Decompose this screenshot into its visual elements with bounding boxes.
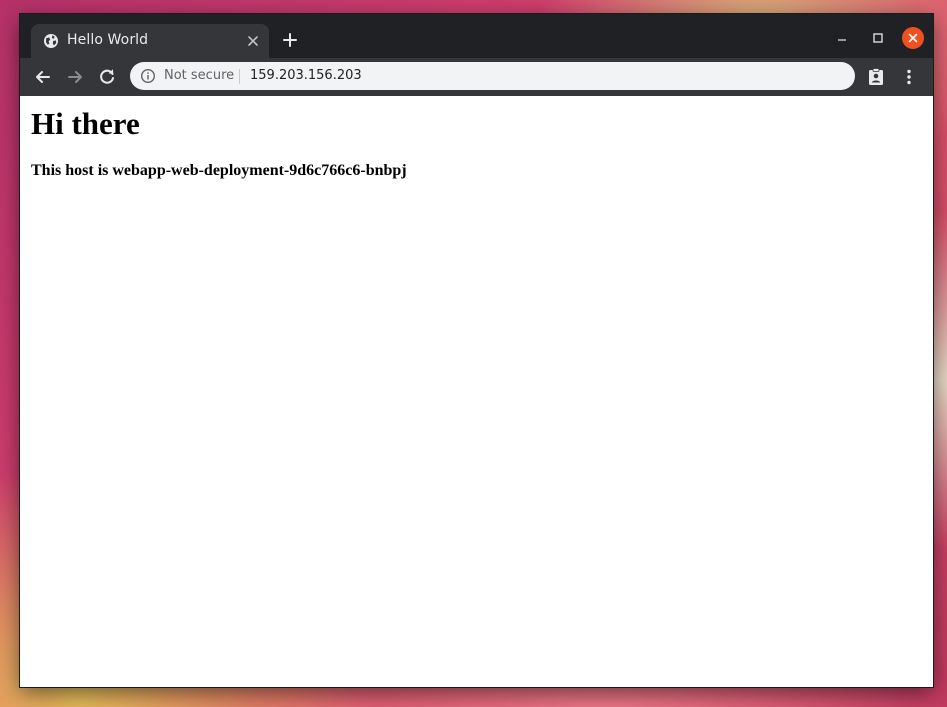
page-heading: Hi there xyxy=(31,106,140,141)
page-content: Hi there This host is webapp-web-deploym… xyxy=(20,96,933,687)
globe-icon xyxy=(43,33,59,49)
host-info-text: This host is webapp-web-deployment-9d6c7… xyxy=(31,162,407,179)
address-bar[interactable]: Not secure 159.203.156.203 xyxy=(130,62,855,90)
vertical-dots-icon[interactable] xyxy=(899,67,919,87)
window-close-icon[interactable] xyxy=(902,27,924,49)
url-text[interactable]: 159.203.156.203 xyxy=(250,68,362,83)
minimize-icon[interactable] xyxy=(832,28,852,48)
tab-hello-world[interactable]: Hello World xyxy=(31,24,269,58)
browser-toolbar: Not secure 159.203.156.203 xyxy=(20,58,933,96)
security-status-label[interactable]: Not secure xyxy=(164,68,234,83)
maximize-icon[interactable] xyxy=(868,28,888,48)
browser-window: Hello World Not secure 159.203.156.203 H… xyxy=(20,14,933,687)
arrow-right-icon[interactable] xyxy=(64,66,86,88)
close-tab-icon[interactable] xyxy=(245,33,261,49)
clipboard-account-icon[interactable] xyxy=(866,67,886,87)
tab-title: Hello World xyxy=(67,32,149,48)
omnibox-divider xyxy=(239,69,240,84)
info-icon[interactable] xyxy=(140,68,156,84)
reload-icon[interactable] xyxy=(96,66,118,88)
arrow-left-icon[interactable] xyxy=(32,66,54,88)
plus-icon[interactable] xyxy=(281,31,299,49)
title-bar: Hello World xyxy=(20,14,933,58)
